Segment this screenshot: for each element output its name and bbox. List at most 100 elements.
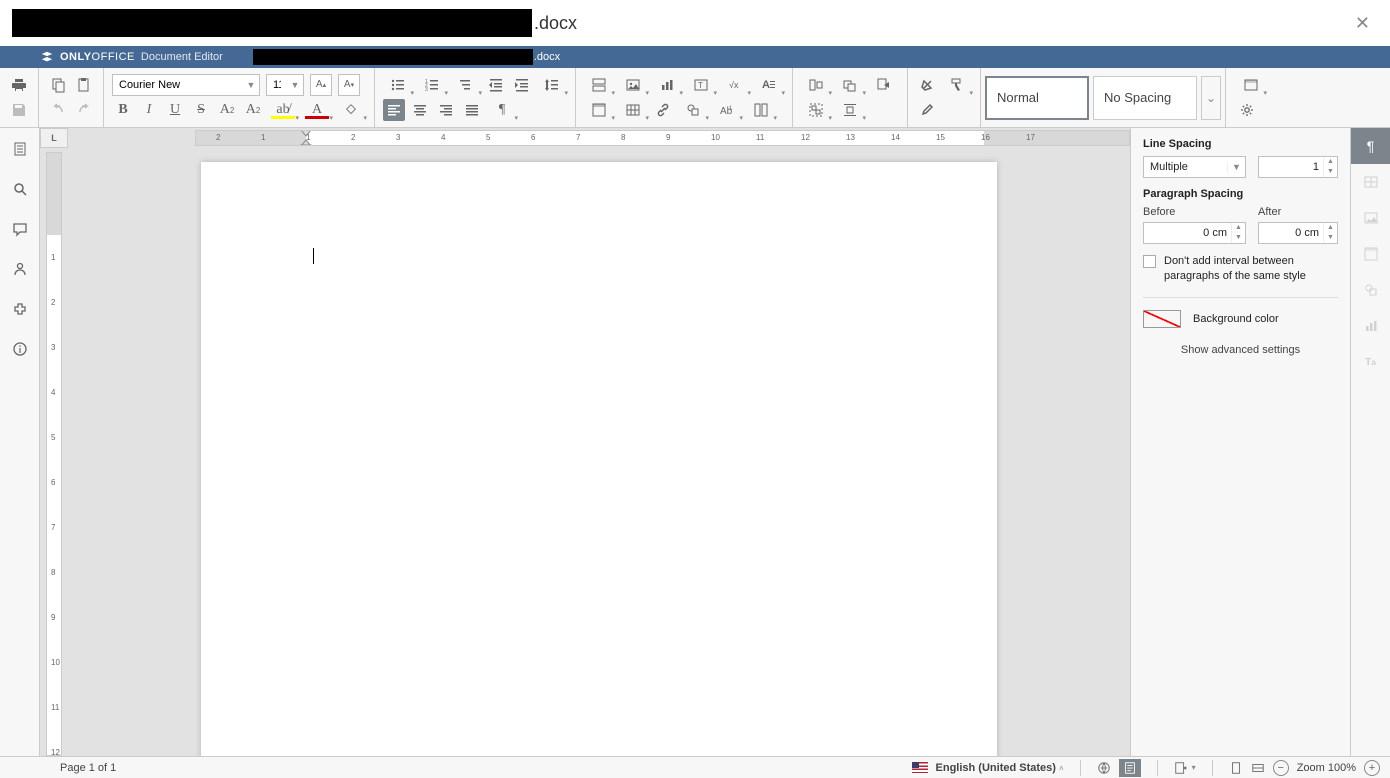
zoom-level[interactable]: Zoom 100% — [1297, 762, 1356, 774]
spin-up-icon[interactable]: ▲ — [1324, 157, 1337, 167]
italic-icon[interactable]: I — [138, 99, 160, 121]
language-selector[interactable]: English (United States) ˄ — [936, 762, 1064, 774]
spin-up-icon[interactable]: ▲ — [1232, 223, 1245, 233]
spin-down-icon[interactable]: ▼ — [1324, 167, 1337, 177]
font-name-combo[interactable]: ▼ — [112, 74, 260, 96]
textart-tab-icon[interactable]: Ta — [1351, 344, 1390, 380]
shape-tab-icon[interactable] — [1351, 272, 1390, 308]
bullets-icon[interactable]: ▾ — [383, 74, 413, 96]
paste-icon[interactable] — [73, 74, 95, 96]
style-no-spacing[interactable]: No Spacing — [1093, 76, 1197, 120]
show-advanced-link[interactable]: Show advanced settings — [1143, 344, 1338, 356]
decrease-indent-icon[interactable] — [485, 74, 507, 96]
font-size-input[interactable] — [267, 75, 287, 95]
page[interactable] — [201, 162, 997, 756]
insert-dropcap-icon[interactable]: A▾ — [754, 74, 784, 96]
no-interval-checkbox[interactable]: Don't add interval between paragraphs of… — [1143, 254, 1338, 285]
insert-columns-icon[interactable]: ▾ — [746, 99, 776, 121]
insert-hyperlink-icon[interactable] — [652, 99, 674, 121]
checkbox-icon[interactable] — [1143, 255, 1156, 268]
align-left-icon[interactable] — [383, 99, 405, 121]
align-right-icon[interactable] — [435, 99, 457, 121]
chevron-down-icon[interactable]: ▼ — [243, 80, 259, 90]
page-viewport[interactable] — [68, 148, 1130, 756]
undo-icon[interactable] — [47, 99, 69, 121]
line-spacing-value-spin[interactable]: 1 ▲▼ — [1258, 156, 1338, 178]
chevron-down-icon[interactable]: ▼ — [1227, 162, 1245, 172]
tab-selector[interactable]: L — [40, 128, 68, 148]
vertical-ruler[interactable]: 123456789101112 — [46, 152, 62, 756]
fit-page-icon[interactable] — [1229, 761, 1243, 775]
mailmerge-icon[interactable] — [869, 74, 899, 96]
chevron-down-icon[interactable]: ▼ — [287, 80, 303, 90]
insert-page-break-icon[interactable]: ▾ — [584, 74, 614, 96]
insert-text-icon[interactable]: T▾ — [686, 74, 716, 96]
zoom-out-icon[interactable]: − — [1273, 760, 1289, 776]
line-spacing-icon[interactable]: ▾ — [537, 74, 567, 96]
comments-icon[interactable] — [6, 218, 34, 240]
header-tab-icon[interactable] — [1351, 236, 1390, 272]
style-normal[interactable]: Normal — [985, 76, 1089, 120]
view-options-icon[interactable]: ▾ — [1236, 74, 1266, 96]
font-size-combo[interactable]: ▼ — [266, 74, 304, 96]
save-icon[interactable] — [8, 99, 30, 121]
chat-icon[interactable] — [6, 258, 34, 280]
horizontal-ruler[interactable]: 211234567891011121314151617 — [195, 130, 1130, 146]
increase-indent-icon[interactable] — [511, 74, 533, 96]
align-justify-icon[interactable] — [461, 99, 483, 121]
numbering-icon[interactable]: 123▾ — [417, 74, 447, 96]
strikethrough-icon[interactable]: S — [190, 99, 212, 121]
paintbrush-icon[interactable] — [916, 99, 938, 121]
bold-icon[interactable]: B — [112, 99, 134, 121]
style-gallery-expand-icon[interactable]: ⌄ — [1201, 76, 1221, 120]
copy-icon[interactable] — [47, 74, 69, 96]
insert-chart-icon[interactable]: ▾ — [652, 74, 682, 96]
close-icon[interactable]: ✕ — [1347, 9, 1378, 38]
decrease-font-icon[interactable]: A▾ — [338, 74, 360, 96]
insert-shape-icon[interactable]: ▾ — [678, 99, 708, 121]
track-changes-icon[interactable] — [1119, 759, 1141, 777]
fill-color-icon[interactable]: ▾ — [336, 99, 366, 121]
group-icon[interactable]: ▾ — [801, 99, 831, 121]
wrapping-icon[interactable]: ▾ — [835, 99, 865, 121]
highlight-color-icon[interactable]: ab̸▾ — [268, 99, 298, 121]
underline-icon[interactable]: U — [164, 99, 186, 121]
spin-down-icon[interactable]: ▼ — [1232, 233, 1245, 243]
insert-image-icon[interactable]: ▾ — [618, 74, 648, 96]
nonprinting-icon[interactable]: ¶▾ — [487, 99, 517, 121]
zoom-in-icon[interactable]: + — [1364, 760, 1380, 776]
copy-style-icon[interactable]: ▾ — [942, 74, 972, 96]
spin-up-icon[interactable]: ▲ — [1324, 223, 1337, 233]
align-center-icon[interactable] — [409, 99, 431, 121]
background-color-swatch[interactable] — [1143, 310, 1181, 328]
multilevel-list-icon[interactable]: ▾ — [451, 74, 481, 96]
insert-header-footer-icon[interactable]: ▾ — [584, 99, 614, 121]
superscript-icon[interactable]: A2 — [216, 99, 238, 121]
clear-style-icon[interactable] — [916, 74, 938, 96]
print-icon[interactable] — [8, 74, 30, 96]
chart-tab-icon[interactable] — [1351, 308, 1390, 344]
font-color-icon[interactable]: A▾ — [302, 99, 332, 121]
redo-icon[interactable] — [73, 99, 95, 121]
image-tab-icon[interactable] — [1351, 200, 1390, 236]
paragraph-tab-icon[interactable]: ¶ — [1351, 128, 1390, 164]
increase-font-icon[interactable]: A▴ — [310, 74, 332, 96]
align-objects-icon[interactable]: ▾ — [801, 74, 831, 96]
table-tab-icon[interactable] — [1351, 164, 1390, 200]
spacing-after-spin[interactable]: 0 cm ▲▼ — [1258, 222, 1338, 244]
font-name-input[interactable] — [113, 75, 243, 95]
insert-table-icon[interactable]: ▾ — [618, 99, 648, 121]
review-icon[interactable]: ▾ — [1174, 761, 1196, 775]
page-indicator[interactable]: Page 1 of 1 — [10, 762, 116, 774]
spin-down-icon[interactable]: ▼ — [1324, 233, 1337, 243]
search-icon[interactable] — [6, 178, 34, 200]
settings-icon[interactable] — [1236, 99, 1258, 121]
fit-width-icon[interactable] — [1251, 761, 1265, 775]
arrange-objects-icon[interactable]: ▾ — [835, 74, 865, 96]
subscript-icon[interactable]: A2 — [242, 99, 264, 121]
plugins-icon[interactable] — [6, 298, 34, 320]
spellcheck-icon[interactable] — [1097, 761, 1111, 775]
insert-equation-icon[interactable]: √x▾ — [720, 74, 750, 96]
about-icon[interactable] — [6, 338, 34, 360]
line-spacing-mode-combo[interactable]: Multiple ▼ — [1143, 156, 1246, 178]
